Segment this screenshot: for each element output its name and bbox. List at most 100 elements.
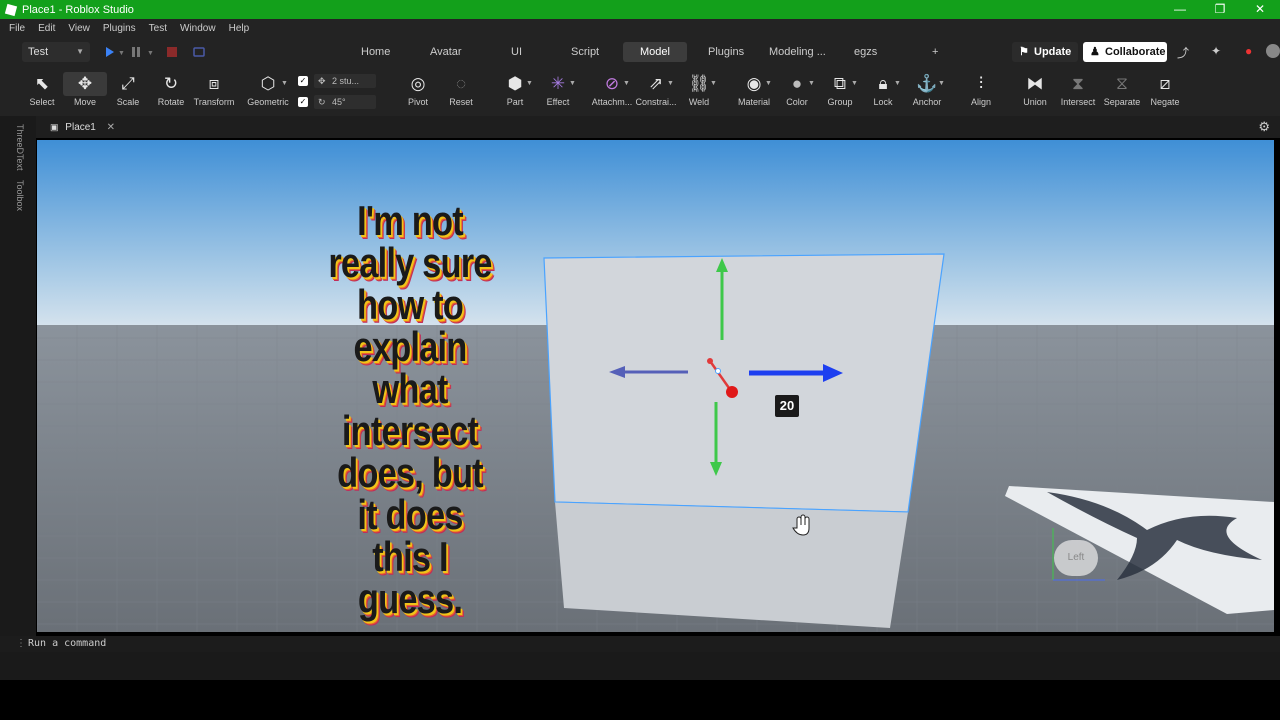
menu-edit[interactable]: Edit [38,23,55,34]
effect-tool[interactable]: ✳ Effect [536,72,580,112]
side-tab-toolbox[interactable]: Toolbox [15,180,25,211]
ribbon-tab-bar: Test ▼ ▼ ▼ Home Avatar UI Script Model P… [0,38,1280,66]
tab-place1[interactable]: ▣ Place1 ✕ [42,118,123,136]
tab-plugins[interactable]: Plugins [698,42,754,62]
effect-chevron-icon[interactable]: ▼ [569,80,576,87]
place-icon: ▣ [50,122,59,132]
side-panel-tabs: ThreeDText Toolbox [0,116,36,636]
view-cube-left[interactable]: Left [1054,540,1098,576]
menu-window[interactable]: Window [180,23,216,34]
rotate-snap-field[interactable]: ↻ 45° [314,95,376,109]
cursor-icon: ⬉ [34,74,50,93]
rotate-tool[interactable]: ↻ Rotate [149,72,193,112]
tab-modeling[interactable]: Modeling ... [759,42,836,62]
material-tool[interactable]: ◉ Material [732,72,776,112]
command-input[interactable]: Run a command [28,638,106,649]
lock-tool[interactable]: 🔒︎ Lock [861,72,905,112]
gear-icon[interactable]: ⚙ [1258,119,1270,135]
part-chevron-icon[interactable]: ▼ [526,80,533,87]
avatar[interactable] [1266,44,1280,58]
attachment-chevron-icon[interactable]: ▼ [623,80,630,87]
constraint-tool[interactable]: ⇗ Constrai... [634,72,678,112]
command-bar[interactable]: ⋮ Run a command [0,636,1280,652]
geometric-tool[interactable]: ⬡ Geometric [246,72,290,112]
tab-home[interactable]: Home [351,42,400,62]
menu-view[interactable]: View [68,23,90,34]
selected-part-bottom[interactable] [555,502,908,628]
geometric-chevron-icon[interactable]: ▼ [281,80,288,87]
menu-help[interactable]: Help [229,23,250,34]
transform-icon: ⧈ [208,74,220,93]
weld-chevron-icon[interactable]: ▼ [710,80,717,87]
tab-ui[interactable]: UI [501,42,532,62]
maximize-button[interactable]: ❐ [1200,0,1240,19]
menu-file[interactable]: File [9,23,25,34]
attachment-tool[interactable]: ⊘ Attachm... [590,72,634,112]
gizmo-x-back-knob[interactable] [707,358,713,364]
rotate-snap-checkbox[interactable]: ✓ [298,97,308,107]
tab-egzs[interactable]: egzs [844,42,887,62]
negate-icon: ⧄ [1159,74,1171,93]
separate-icon: ⧖ [1116,74,1128,93]
move-snap-field[interactable]: ✥ 2 stu... [314,74,376,88]
reset-tool[interactable]: ◌ Reset [439,72,483,112]
selected-part-top[interactable] [543,253,945,513]
bottom-panel [0,652,1280,680]
color-chevron-icon[interactable]: ▼ [808,80,815,87]
select-tool[interactable]: ⬉ Select [20,72,64,112]
roblox-logo-icon [4,3,18,16]
update-button[interactable]: ⚑ Update [1012,42,1078,62]
move-snap-setting[interactable]: ✓ ✥ 2 stu... [298,74,378,88]
menu-bar: File Edit View Plugins Test Window Help [0,19,1280,38]
intersect-tool[interactable]: ⧗ Intersect [1056,72,1100,112]
tab-script[interactable]: Script [561,42,609,62]
minimize-button[interactable]: — [1160,0,1200,19]
union-icon: ⧓ [1026,74,1044,93]
negate-tool[interactable]: ⧄ Negate [1143,72,1187,112]
share-icon[interactable]: ⤴ [1177,44,1189,61]
menu-test[interactable]: Test [149,23,167,34]
transform-tool[interactable]: ⧈ Transform [192,72,236,112]
scale-icon: ⤢ [121,74,135,93]
close-button[interactable]: ✕ [1240,0,1280,19]
group-tool[interactable]: ⧉ Group [818,72,862,112]
constraint-chevron-icon[interactable]: ▼ [667,80,674,87]
assistant-icon[interactable]: ✦ [1211,44,1221,58]
union-tool[interactable]: ⧓ Union [1013,72,1057,112]
rotate-snap-icon: ↻ [318,97,326,107]
menu-plugins[interactable]: Plugins [103,23,136,34]
gizmo-center [715,368,721,374]
notifications-icon[interactable]: ● [1245,44,1252,58]
video-caption: I'm not really sure how to explain what … [328,197,492,622]
collaborate-button[interactable]: ♟ Collaborate [1083,42,1167,62]
anchor-chevron-icon[interactable]: ▼ [938,80,945,87]
drag-handle-icon: ⋮ [16,638,26,649]
weld-tool[interactable]: ⛓ Weld [677,72,721,112]
pivot-tool[interactable]: ◎ Pivot [396,72,440,112]
part-tool[interactable]: ⬢ Part [493,72,537,112]
document-tab-bar: ▣ Place1 ✕ ⚙ [0,116,1280,138]
material-chevron-icon[interactable]: ▼ [765,80,772,87]
move-snap-checkbox[interactable]: ✓ [298,76,308,86]
pivot-icon: ◎ [410,74,426,93]
group-chevron-icon[interactable]: ▼ [851,80,858,87]
scale-tool[interactable]: ⤢ Scale [106,72,150,112]
collaborate-label: Collaborate [1105,46,1166,58]
align-tool[interactable]: ⫶ Align [959,72,1003,112]
color-tool[interactable]: ● Color [775,72,819,112]
move-tool[interactable]: ✥ Move [63,72,107,112]
separate-tool[interactable]: ⧖ Separate [1100,72,1144,112]
window-title: Place1 - Roblox Studio [22,3,134,16]
move-icon: ✥ [63,72,107,96]
3d-viewport[interactable]: I'm not really sure how to explain what … [37,140,1274,632]
tab-add[interactable]: + [922,42,948,62]
rotate-snap-setting[interactable]: ✓ ↻ 45° [298,95,378,109]
tab-avatar[interactable]: Avatar [420,42,472,62]
title-bar: Place1 - Roblox Studio — ❐ ✕ [0,0,1280,19]
side-tab-threedtext[interactable]: ThreeDText [15,124,25,171]
anchor-tool[interactable]: ⚓ Anchor [905,72,949,112]
lock-chevron-icon[interactable]: ▼ [894,80,901,87]
close-tab-icon[interactable]: ✕ [107,122,115,133]
gizmo-x-front-knob[interactable] [726,386,738,398]
tab-model[interactable]: Model [623,42,687,62]
